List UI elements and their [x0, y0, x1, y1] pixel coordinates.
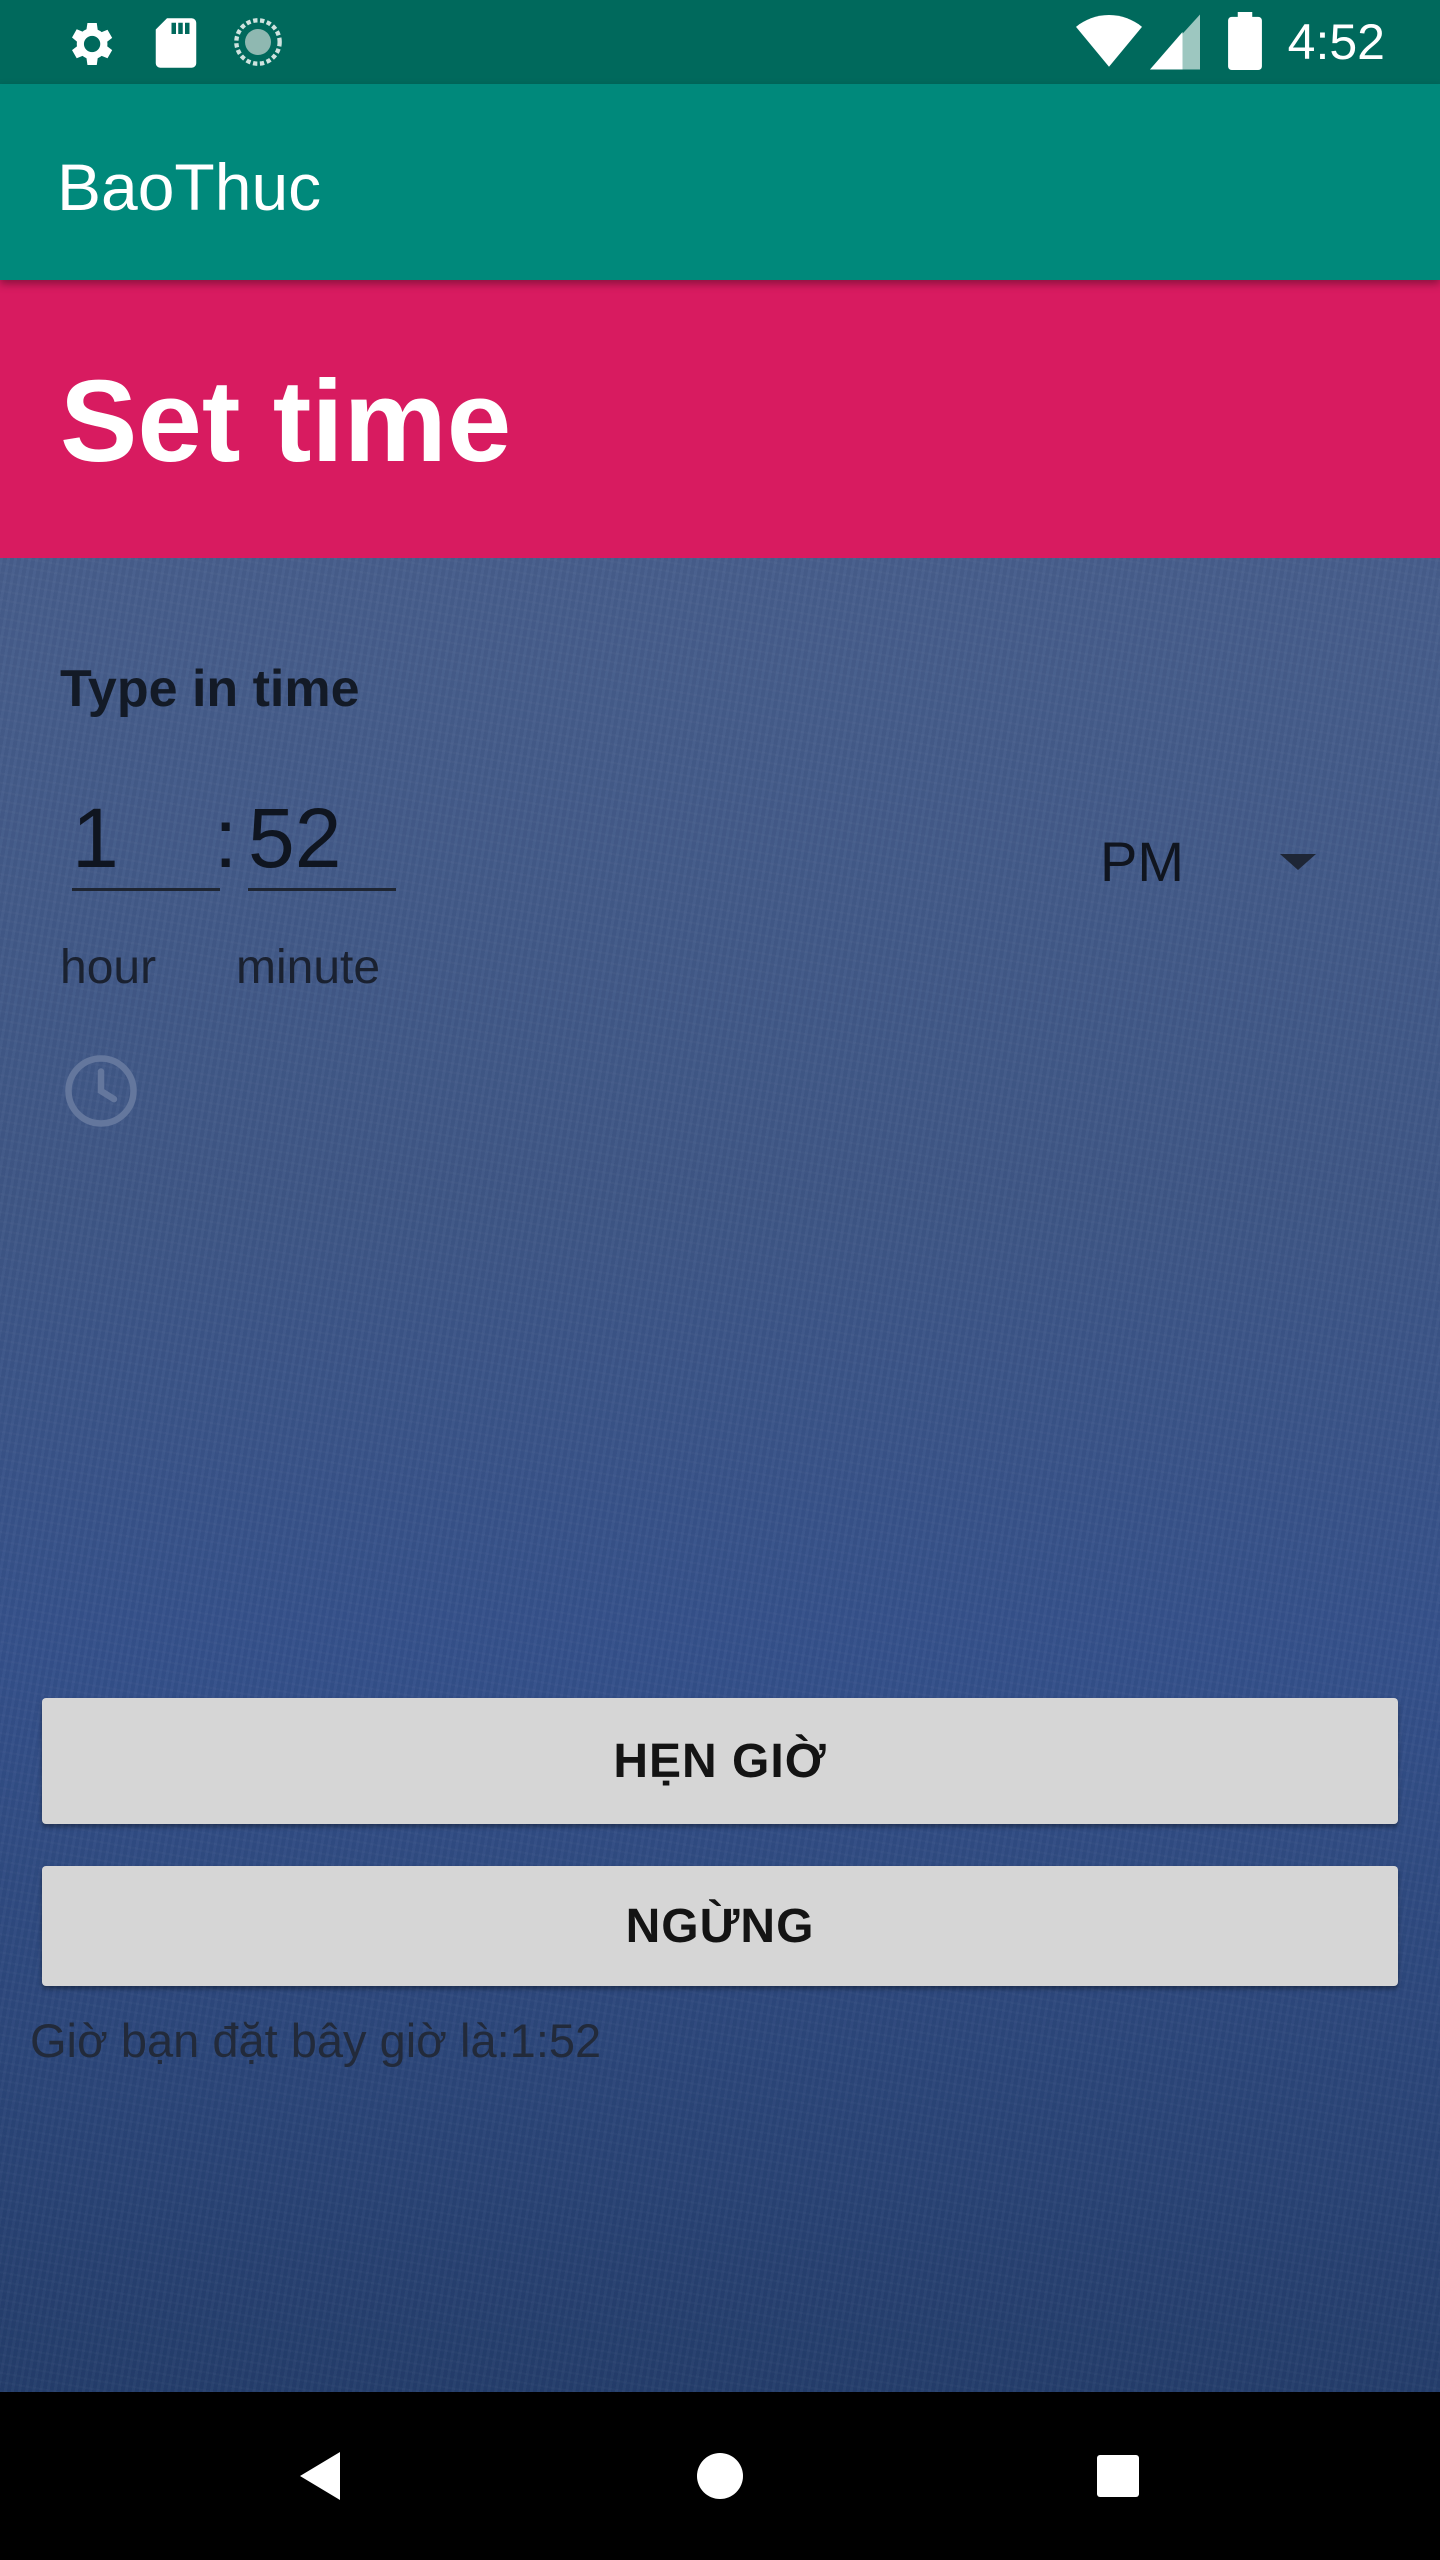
time-picker-header: Set time: [0, 280, 1440, 558]
app-title: BaoThuc: [57, 150, 322, 224]
home-icon[interactable]: [690, 2436, 750, 2521]
minute-label: minute: [236, 941, 381, 994]
status-time: 4:52: [1287, 14, 1385, 70]
recents-icon[interactable]: [1088, 2436, 1148, 2521]
am-pm-dropdown[interactable]: PM: [1096, 820, 1348, 904]
status-bar: 4:52: [0, 0, 1440, 84]
main-content: Type in time : hour minute PM HẸN GIỜ NG…: [0, 558, 1440, 2392]
clock-icon[interactable]: [62, 1052, 140, 1135]
sync-icon: [232, 16, 284, 73]
hour-label: hour: [60, 941, 157, 994]
time-picker-title: Set time: [60, 356, 512, 486]
wifi-icon: [1076, 14, 1142, 75]
am-pm-selected: PM: [1100, 830, 1184, 893]
type-in-time-label: Type in time: [60, 660, 360, 718]
stop-alarm-button[interactable]: NGỪNG: [42, 1866, 1398, 1986]
hour-input[interactable]: [72, 788, 220, 891]
back-icon[interactable]: [290, 2436, 350, 2521]
time-separator: :: [214, 791, 238, 885]
minute-input[interactable]: [248, 788, 396, 891]
app-bar: BaoThuc: [0, 84, 1440, 280]
battery-icon: [1228, 12, 1262, 75]
result-text: Giờ bạn đặt bây giờ là:1:52: [30, 2014, 602, 2067]
sd-card-icon: [152, 16, 200, 75]
cellular-signal-icon: [1150, 14, 1200, 75]
dropdown-arrow-icon: [1280, 852, 1316, 877]
set-alarm-button[interactable]: HẸN GIỜ: [42, 1698, 1398, 1824]
gear-icon: [62, 16, 118, 77]
navigation-bar: [0, 2392, 1440, 2560]
